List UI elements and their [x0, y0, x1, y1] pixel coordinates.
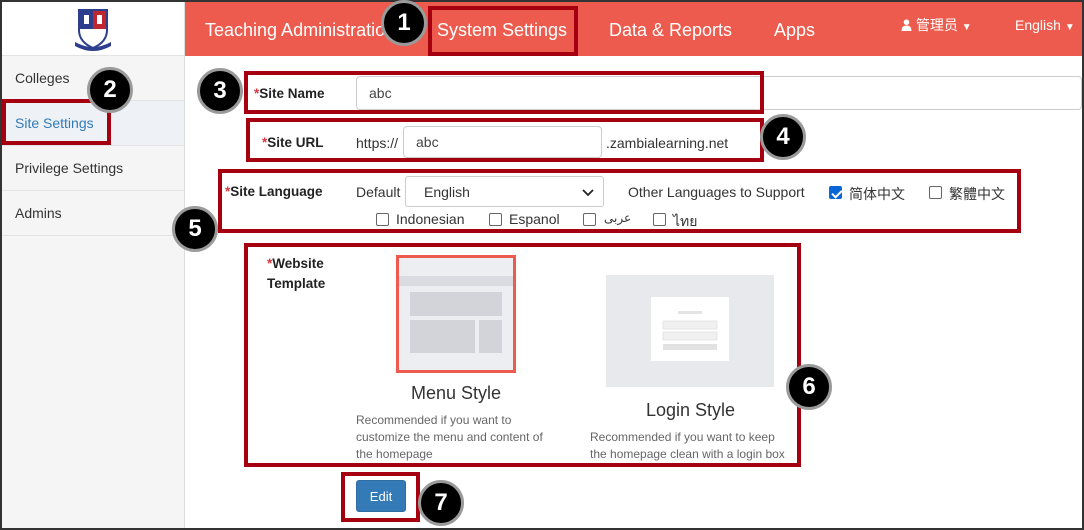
tab-teaching-administration[interactable]: Teaching Administration — [205, 2, 395, 56]
checkbox-thai[interactable] — [653, 213, 666, 226]
tab-system-settings[interactable]: System Settings — [437, 2, 567, 56]
menu-layout-thumbnail — [399, 258, 513, 370]
template-login-style-description: Recommended if you want to keep the home… — [590, 430, 785, 461]
site-name-label: *Site Name — [254, 86, 325, 101]
checkbox-simplified-chinese[interactable] — [829, 186, 842, 199]
top-navbar: Teaching Administration System Settings … — [185, 2, 1082, 56]
default-language-label: Default — [356, 184, 401, 200]
language-menu[interactable]: English ▼ — [1015, 2, 1075, 48]
template-menu-style-preview[interactable] — [396, 255, 516, 373]
site-url-suffix: .zambialearning.net — [606, 135, 729, 151]
site-url-label: *Site URL — [262, 135, 324, 150]
sidebar-item-admins[interactable]: Admins — [2, 191, 184, 236]
checkbox-arabic[interactable] — [583, 213, 596, 226]
language-option-indonesian: Indonesian — [396, 211, 465, 227]
website-template-label: *Website Template — [267, 256, 326, 291]
annotation-marker-1: 1 — [381, 0, 427, 46]
site-url-prefix: https:// — [356, 135, 399, 151]
annotation-marker-5: 5 — [172, 206, 218, 252]
language-option-simplified-chinese: 简体中文 — [849, 186, 905, 202]
language-label: English — [1015, 17, 1061, 33]
template-login-style-title: Login Style — [646, 400, 736, 420]
edit-button[interactable]: Edit — [356, 480, 406, 512]
language-option-thai: ไทย — [673, 213, 698, 229]
tab-data-reports[interactable]: Data & Reports — [609, 2, 732, 56]
login-layout-thumbnail — [606, 275, 774, 387]
template-menu-style-title: Menu Style — [411, 383, 502, 403]
checkbox-espanol[interactable] — [489, 213, 502, 226]
tab-apps[interactable]: Apps — [774, 2, 815, 56]
site-url-input[interactable]: abc — [403, 126, 602, 158]
annotation-marker-6: 6 — [786, 364, 832, 410]
checkbox-indonesian[interactable] — [376, 213, 389, 226]
crest-icon — [75, 8, 111, 51]
language-option-arabic: عربى — [604, 211, 632, 225]
logo — [2, 2, 184, 56]
language-option-traditional-chinese: 繁體中文 — [949, 186, 1005, 202]
user-name: 管理员 — [915, 17, 958, 33]
caret-down-icon: ▼ — [961, 22, 972, 33]
annotation-marker-3: 3 — [197, 68, 243, 114]
site-name-input[interactable]: abc — [356, 76, 1082, 110]
chevron-down-icon — [582, 189, 594, 197]
sidebar-item-site-settings[interactable]: Site Settings — [2, 101, 184, 146]
checkbox-traditional-chinese[interactable] — [929, 186, 942, 199]
annotation-marker-4: 4 — [760, 114, 806, 160]
caret-down-icon: ▼ — [1064, 22, 1075, 33]
annotation-marker-2: 2 — [87, 67, 133, 113]
template-menu-style-description: Recommended if you want to customize the… — [356, 413, 543, 461]
default-language-select[interactable]: English — [405, 176, 604, 207]
other-languages-label: Other Languages to Support — [628, 184, 805, 200]
annotation-marker-7: 7 — [418, 480, 464, 526]
template-login-style-preview[interactable] — [606, 275, 774, 387]
user-icon — [901, 19, 912, 31]
user-menu[interactable]: 管理员 ▼ — [901, 2, 972, 48]
language-option-espanol: Espanol — [509, 211, 560, 227]
sidebar-item-privilege-settings[interactable]: Privilege Settings — [2, 146, 184, 191]
site-language-label: *Site Language — [225, 184, 323, 199]
